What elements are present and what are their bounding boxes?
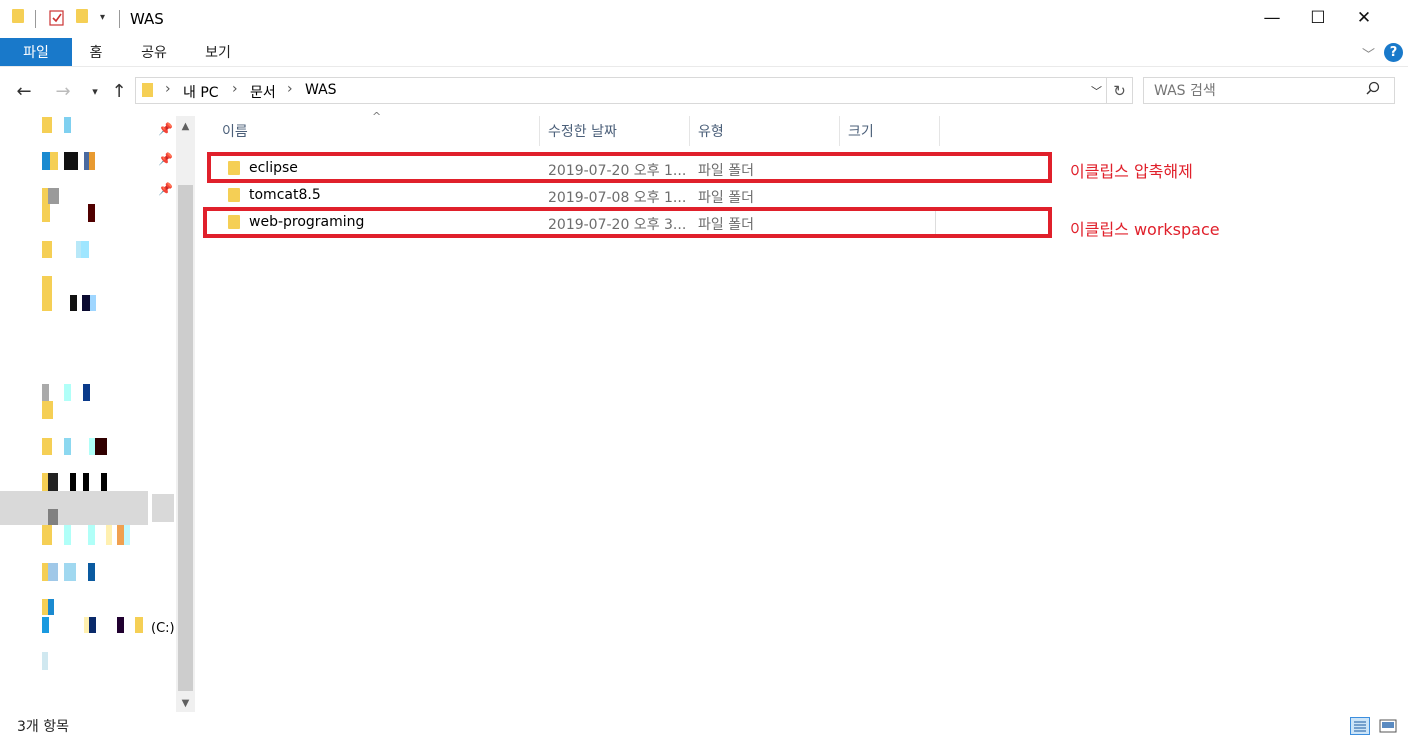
chevron-right-icon[interactable]: ›	[165, 81, 171, 97]
large-icons-view-icon[interactable]	[1378, 717, 1398, 735]
folder-icon	[228, 188, 240, 202]
up-arrow-icon[interactable]: ↑	[108, 80, 130, 102]
customize-toolbar-icon[interactable]: ▾	[100, 12, 105, 23]
maximize-button[interactable]: ☐	[1295, 0, 1341, 36]
forward-arrow-icon[interactable]: →	[52, 80, 74, 102]
chevron-right-icon[interactable]: ›	[232, 81, 238, 97]
breadcrumb-documents[interactable]: 문서	[250, 82, 276, 102]
search-icon[interactable]	[1366, 81, 1380, 99]
file-type: 파일 폴더	[698, 190, 754, 206]
pin-icon[interactable]: 📌	[158, 182, 173, 196]
navigation-pane[interactable]: 📌 📌 📌 (C:)	[0, 112, 176, 712]
drive-label[interactable]: (C:)	[151, 621, 175, 636]
file-row[interactable]: tomcat8.5 2019-07-08 오후 1... 파일 폴더	[210, 183, 940, 207]
scroll-up-icon[interactable]: ▲	[176, 117, 195, 135]
tab-share[interactable]: 공유	[132, 38, 176, 66]
column-header-date[interactable]: 수정한 날짜	[540, 116, 690, 146]
title-bar	[0, 0, 1408, 38]
column-header-type[interactable]: 유형	[690, 116, 840, 146]
annotation-box-workspace	[203, 207, 1052, 238]
divider	[119, 10, 120, 28]
breadcrumb-was[interactable]: WAS	[305, 82, 337, 98]
help-icon[interactable]: ?	[1384, 43, 1403, 62]
search-input[interactable]	[1143, 77, 1395, 104]
chevron-right-icon[interactable]: ›	[287, 81, 293, 97]
file-date: 2019-07-08 오후 1...	[548, 190, 687, 206]
minimize-button[interactable]: —	[1249, 0, 1295, 36]
new-folder-icon[interactable]	[76, 9, 92, 27]
breadcrumb-my-pc[interactable]: 내 PC	[183, 82, 219, 102]
back-arrow-icon[interactable]: ←	[13, 80, 35, 102]
address-dropdown-icon[interactable]: ﹀	[1091, 83, 1102, 99]
pin-icon[interactable]: 📌	[158, 122, 173, 136]
address-bar[interactable]	[135, 77, 1107, 104]
refresh-icon[interactable]: ↻	[1107, 77, 1133, 104]
pin-icon[interactable]: 📌	[158, 152, 173, 166]
file-name: tomcat8.5	[249, 187, 321, 203]
status-item-count: 3개 항목	[17, 719, 69, 735]
recent-locations-icon[interactable]: ▾	[84, 80, 106, 102]
column-header-name[interactable]: 이름	[214, 116, 540, 146]
tab-view[interactable]: 보기	[196, 38, 240, 66]
annotation-box-eclipse	[207, 152, 1052, 183]
scrollbar-thumb[interactable]	[178, 185, 193, 691]
divider	[35, 10, 36, 28]
details-view-icon[interactable]	[1350, 717, 1370, 735]
nav-item-selected[interactable]	[0, 491, 148, 525]
scroll-down-icon[interactable]: ▼	[176, 694, 195, 712]
properties-icon[interactable]	[49, 9, 65, 27]
tab-file[interactable]: 파일	[0, 38, 72, 66]
annotation-eclipse-note: 이클립스 압축해제	[1070, 162, 1193, 181]
expand-ribbon-icon[interactable]: ﹀	[1362, 44, 1375, 63]
column-header-size[interactable]: 크기	[840, 116, 940, 146]
folder-icon	[142, 83, 153, 97]
annotation-workspace-note: 이클립스 workspace	[1070, 220, 1220, 239]
tab-home[interactable]: 홈	[78, 38, 114, 66]
close-button[interactable]: ✕	[1341, 0, 1387, 36]
window-title: WAS	[130, 10, 164, 28]
folder-icon	[12, 9, 28, 27]
